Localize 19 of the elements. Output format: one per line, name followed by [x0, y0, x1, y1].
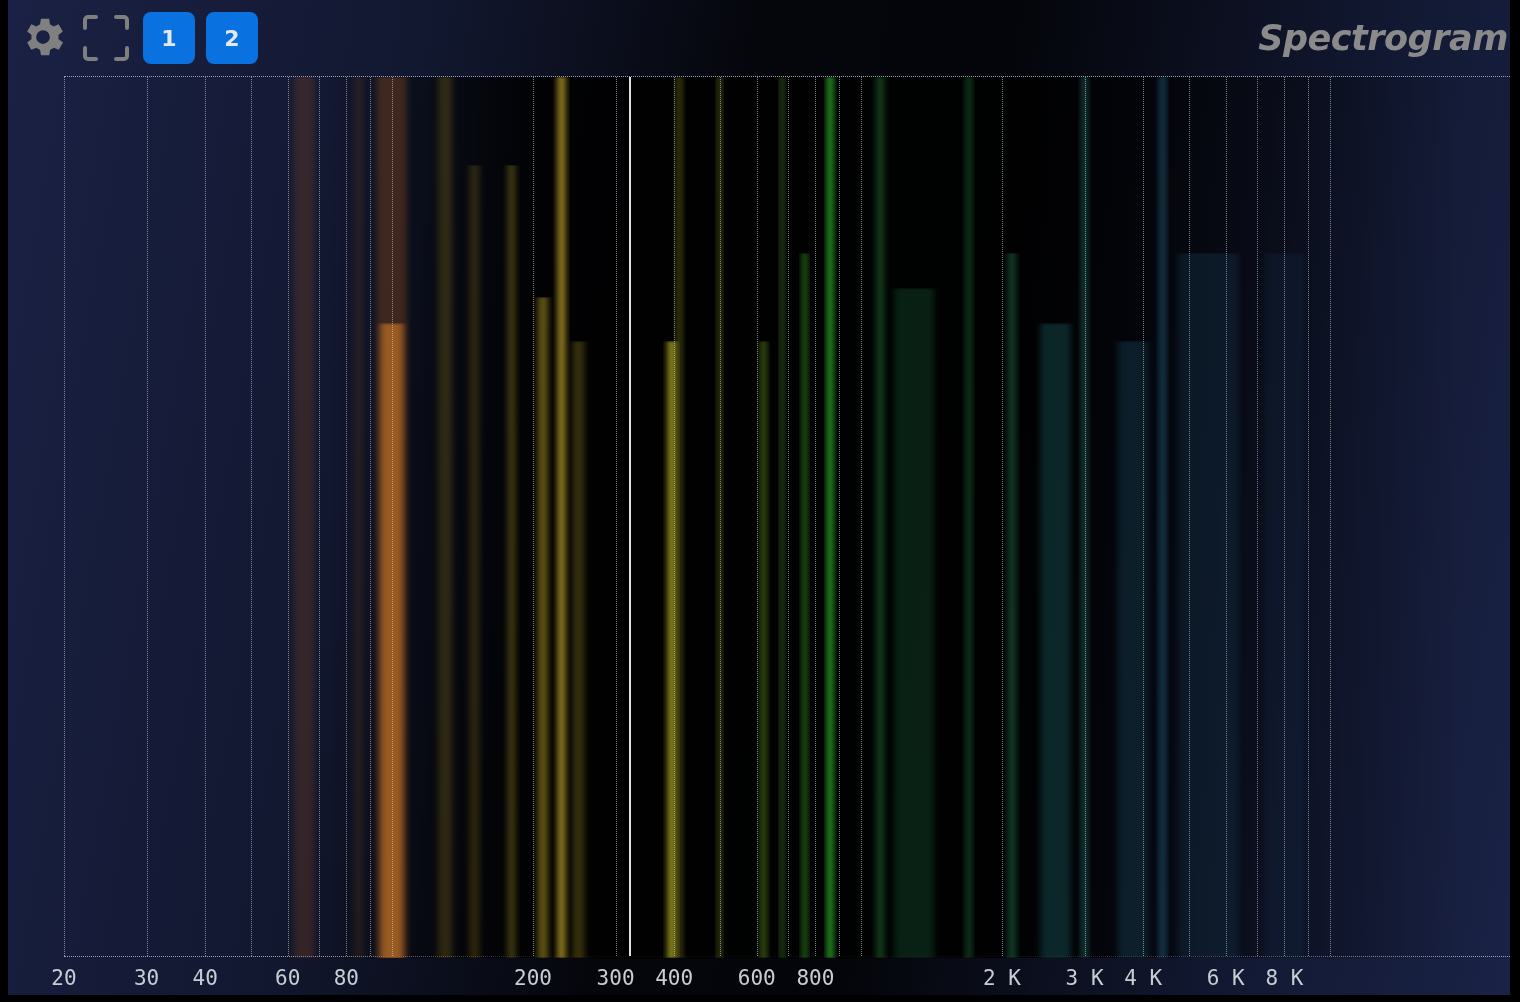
axis-label: 30: [133, 966, 160, 990]
panel-title: Spectrogram: [1258, 18, 1508, 58]
axis-label: 300: [596, 966, 635, 990]
axis-label: 6 K: [1206, 966, 1245, 990]
axis-label: 200: [514, 966, 552, 990]
axis-label: 40: [192, 966, 218, 990]
axis-label: 400: [655, 966, 694, 990]
channel-button[interactable]: 1: [143, 12, 195, 64]
axis-label: 2 K: [983, 966, 1021, 990]
axis-label: 80: [333, 966, 359, 990]
axis-label: 800: [796, 966, 835, 990]
axis-label: 3 K: [1065, 966, 1104, 990]
axis-label: 20: [51, 966, 77, 990]
axis-label: 8 K: [1265, 966, 1304, 990]
axis-label: 60: [275, 966, 301, 990]
axis-label: 4 K: [1124, 966, 1163, 990]
axis-label: 600: [737, 966, 776, 990]
fullscreen-icon[interactable]: [82, 14, 130, 62]
channel-button[interactable]: 2: [206, 12, 258, 64]
